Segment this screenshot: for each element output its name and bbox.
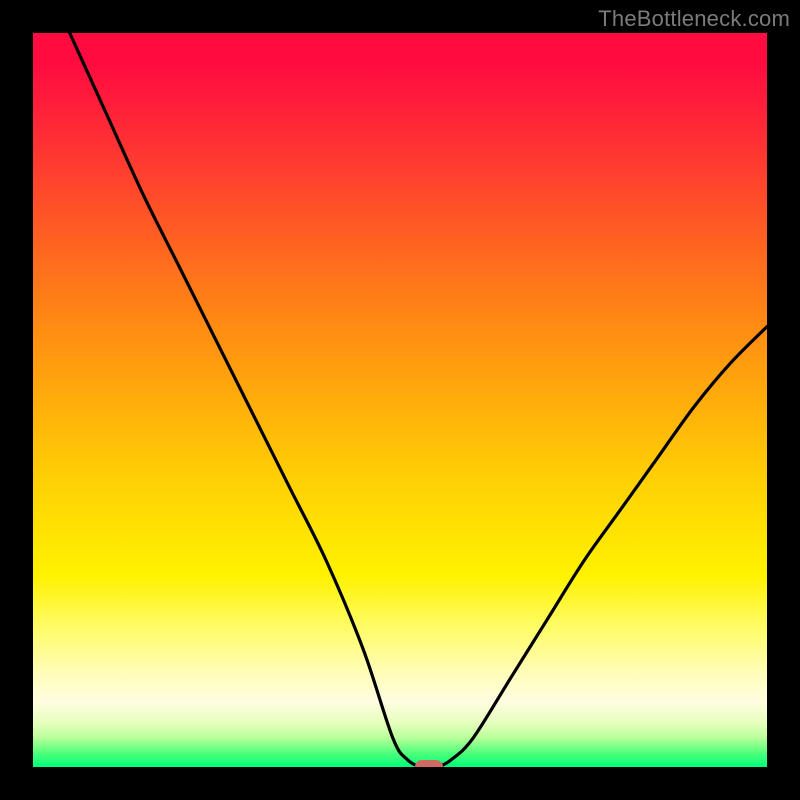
chart-frame: TheBottleneck.com: [0, 0, 800, 800]
bottleneck-curve: [33, 33, 767, 767]
plot-area: [33, 33, 767, 767]
optimal-marker: [415, 760, 443, 767]
watermark-text: TheBottleneck.com: [598, 6, 790, 32]
